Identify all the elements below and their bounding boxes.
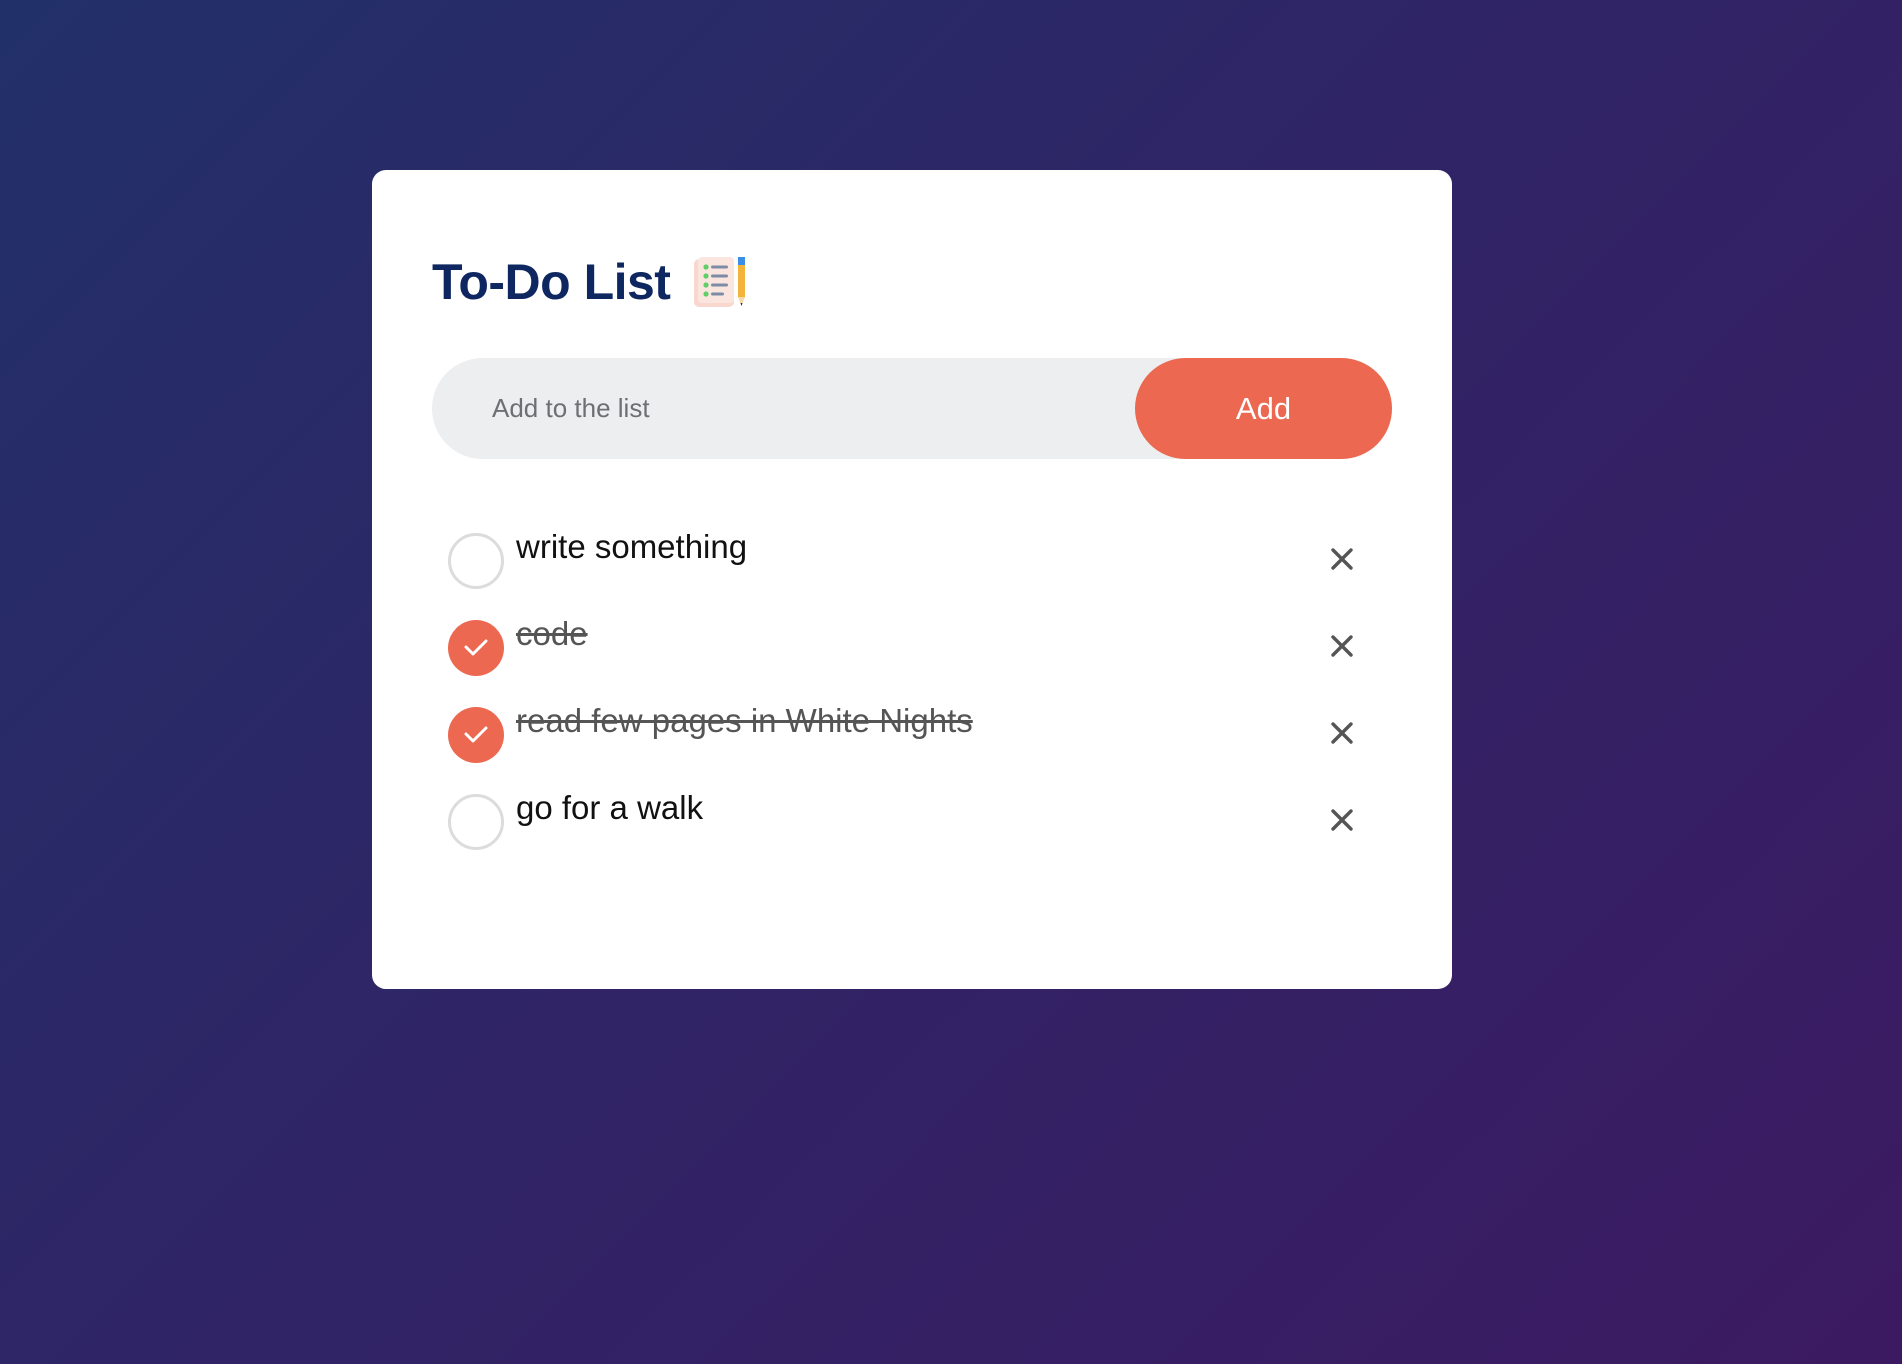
close-icon (1331, 548, 1353, 570)
task-item[interactable]: write something (432, 527, 1392, 614)
task-checkbox[interactable] (448, 794, 504, 850)
checkmark-icon (464, 639, 488, 656)
close-icon (1331, 635, 1353, 657)
task-item[interactable]: read few pages in White Nights (432, 701, 1392, 788)
todo-card: To-Do List Add to the list Add write som… (372, 170, 1452, 989)
checkmark-icon (464, 726, 488, 743)
add-button[interactable]: Add (1135, 358, 1392, 459)
task-checkbox[interactable] (448, 533, 504, 589)
task-text: read few pages in White Nights (516, 702, 973, 739)
close-icon (1331, 722, 1353, 744)
delete-task-button[interactable] (1322, 713, 1362, 753)
task-text: write something (516, 528, 748, 565)
task-checkbox[interactable] (448, 620, 504, 676)
close-icon (1331, 809, 1353, 831)
delete-task-button[interactable] (1322, 800, 1362, 840)
checklist-pencil-icon (692, 255, 750, 309)
task-checkbox[interactable] (448, 707, 504, 763)
task-text: code (516, 615, 588, 652)
task-text: go for a walk (516, 789, 704, 826)
task-item[interactable]: go for a walk (432, 788, 1392, 875)
task-item[interactable]: code (432, 614, 1392, 701)
header: To-Do List (432, 250, 1392, 314)
page-title: To-Do List (432, 254, 671, 310)
task-list: write something code read few pages in W… (432, 527, 1392, 875)
delete-task-button[interactable] (1322, 539, 1362, 579)
delete-task-button[interactable] (1322, 626, 1362, 666)
add-task-row: Add (432, 358, 1392, 459)
